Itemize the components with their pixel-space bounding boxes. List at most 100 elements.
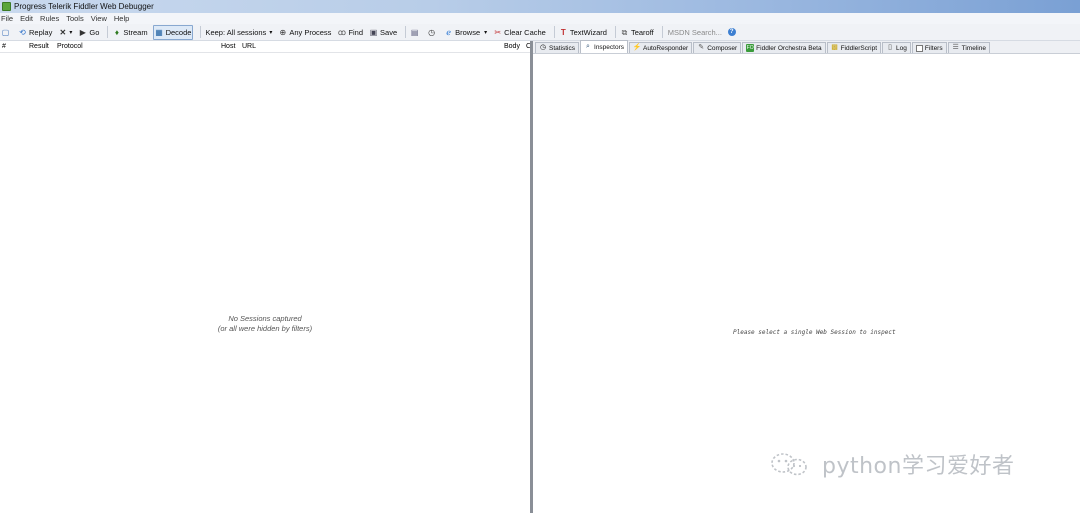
inspect-icon: ⌕ — [586, 43, 590, 50]
script-icon: ▩ — [831, 44, 838, 51]
tab-fiddlerscript[interactable]: ▩ FiddlerScript — [826, 42, 882, 53]
stream-button[interactable]: ♦ Stream — [111, 25, 148, 40]
save-button[interactable]: ▣ Save — [368, 25, 398, 40]
column-body[interactable]: Body — [504, 43, 520, 50]
column-host[interactable]: Host — [221, 43, 235, 50]
separator — [405, 26, 407, 38]
watermark: python学习爱好者 — [768, 448, 1014, 480]
browser-icon: ℯ — [446, 27, 451, 37]
separator — [200, 26, 202, 38]
clock-icon: ◷ — [428, 27, 436, 37]
separator — [661, 26, 663, 38]
separator — [553, 26, 555, 38]
go-label: Go — [89, 27, 100, 37]
browse-button[interactable]: ℯ Browse ▾ — [443, 25, 488, 40]
tab-inspectors[interactable]: ⌕ Inspectors — [580, 40, 629, 53]
wechat-logo-icon — [771, 453, 807, 476]
tearoff-button[interactable]: ⧉ Tearoff — [619, 25, 655, 40]
save-label: Save — [380, 27, 398, 37]
no-sessions-line2: (or all were hidden by filters) — [217, 324, 313, 333]
stream-label: Stream — [123, 27, 148, 37]
tab-autoresponder[interactable]: ⚡ AutoResponder — [629, 42, 693, 53]
remove-button[interactable]: ✕ ▾ — [57, 25, 73, 40]
textwizard-label: TextWizard — [569, 27, 607, 37]
decode-icon: ▦ — [155, 27, 163, 37]
column-number[interactable]: # — [2, 43, 6, 50]
no-sessions-message: No Sessions captured (or all were hidden… — [180, 314, 350, 334]
menu-help[interactable]: Help — [114, 14, 129, 23]
any-process-button[interactable]: ⊕ Any Process — [277, 25, 332, 40]
chevron-down-icon: ▾ — [69, 29, 73, 36]
tab-label: FiddlerScript — [840, 44, 878, 52]
clear-cache-label: Clear Cache — [504, 27, 546, 37]
tab-label: AutoResponder — [643, 44, 689, 52]
watermark-text: python学习爱好者 — [822, 454, 1015, 479]
column-url[interactable]: URL — [242, 43, 256, 50]
sessions-pane: # Result Protocol Host URL Body C No Ses… — [0, 41, 531, 513]
clear-cache-icon: ✂ — [494, 27, 502, 37]
menu-file[interactable]: File — [1, 14, 13, 23]
tab-label: Composer — [707, 44, 738, 52]
timeline-icon: ☰ — [952, 44, 959, 51]
tab-label: Fiddler Orchestra Beta — [756, 44, 822, 52]
msdn-search-input[interactable]: MSDN Search... — [668, 28, 728, 37]
tab-composer[interactable]: ✎ Composer — [693, 42, 742, 53]
textwizard-button[interactable]: T TextWizard — [558, 25, 608, 40]
title-bar: Progress Telerik Fiddler Web Debugger — [0, 0, 1080, 13]
tab-timeline[interactable]: ☰ Timeline — [947, 42, 990, 53]
browse-label: Browse — [455, 27, 481, 37]
save-icon: ▣ — [369, 27, 378, 37]
sessions-column-header: # Result Protocol Host URL Body C — [0, 41, 531, 53]
play-icon: ▶ — [79, 27, 86, 37]
keep-label: Keep: All sessions — [205, 27, 267, 37]
comment-button[interactable]: ▢ — [0, 25, 13, 40]
keep-sessions-dropdown[interactable]: Keep: All sessions ▾ — [204, 25, 273, 40]
separator — [107, 26, 109, 38]
tab-log[interactable]: ▯ Log — [882, 42, 911, 53]
stopwatch-icon: ◷ — [539, 44, 547, 51]
timer-button[interactable]: ◷ — [426, 25, 439, 40]
pencil-icon: ✎ — [698, 44, 705, 51]
log-icon: ▯ — [888, 44, 892, 51]
menu-bar: File Edit Rules Tools View Help — [0, 13, 1080, 24]
tab-label: Statistics — [549, 44, 576, 52]
help-icon[interactable]: ? — [727, 28, 736, 36]
replay-icon: ⟲ — [19, 27, 26, 37]
checkbox-icon — [915, 44, 923, 52]
replay-button[interactable]: ⟲ Replay — [17, 25, 53, 40]
screenshot-button[interactable]: ▤ — [409, 25, 422, 40]
menu-edit[interactable]: Edit — [20, 14, 33, 23]
menu-rules[interactable]: Rules — [40, 14, 59, 23]
menu-view[interactable]: View — [91, 14, 107, 23]
tab-filters[interactable]: Filters — [911, 42, 947, 53]
any-process-label: Any Process — [289, 27, 332, 37]
inspector-pane: ◷ Statistics ⌕ Inspectors ⚡ AutoResponde… — [533, 40, 1080, 513]
tab-statistics[interactable]: ◷ Statistics — [535, 42, 580, 53]
close-icon: ✕ — [59, 27, 67, 37]
go-button[interactable]: ▶ Go — [77, 25, 100, 40]
tab-label: Log — [896, 44, 907, 52]
tearoff-label: Tearoff — [630, 27, 654, 37]
stream-icon: ♦ — [114, 27, 119, 37]
tab-fiddler-orchestra[interactable]: FO Fiddler Orchestra Beta — [742, 42, 826, 53]
tab-label: Filters — [924, 44, 943, 52]
decode-button[interactable]: ▦ Decode — [152, 24, 194, 40]
replay-label: Replay — [29, 27, 53, 37]
fiddler-app-icon — [2, 2, 11, 11]
column-result[interactable]: Result — [29, 43, 49, 50]
chevron-down-icon: ▾ — [484, 29, 488, 36]
comment-icon: ▢ — [1, 27, 10, 37]
clear-cache-button[interactable]: ✂ Clear Cache — [492, 25, 547, 40]
tab-strip: ◷ Statistics ⌕ Inspectors ⚡ AutoResponde… — [533, 40, 1080, 54]
column-protocol[interactable]: Protocol — [57, 43, 83, 50]
crosshair-icon: ⊕ — [279, 27, 287, 37]
find-button[interactable]: ꝏ Find — [336, 25, 364, 40]
menu-tools[interactable]: Tools — [66, 14, 84, 23]
separator — [614, 26, 616, 38]
tab-label: Timeline — [961, 44, 986, 52]
inspect-placeholder-message: Please select a single Web Session to in… — [733, 329, 896, 336]
lightning-icon: ⚡ — [632, 44, 642, 51]
window-title: Progress Telerik Fiddler Web Debugger — [14, 2, 154, 11]
camera-icon: ▤ — [410, 27, 419, 37]
toolbar: ▢ ⟲ Replay ✕ ▾ ▶ Go ♦ Stream ▦ Decode Ke… — [0, 24, 1080, 41]
